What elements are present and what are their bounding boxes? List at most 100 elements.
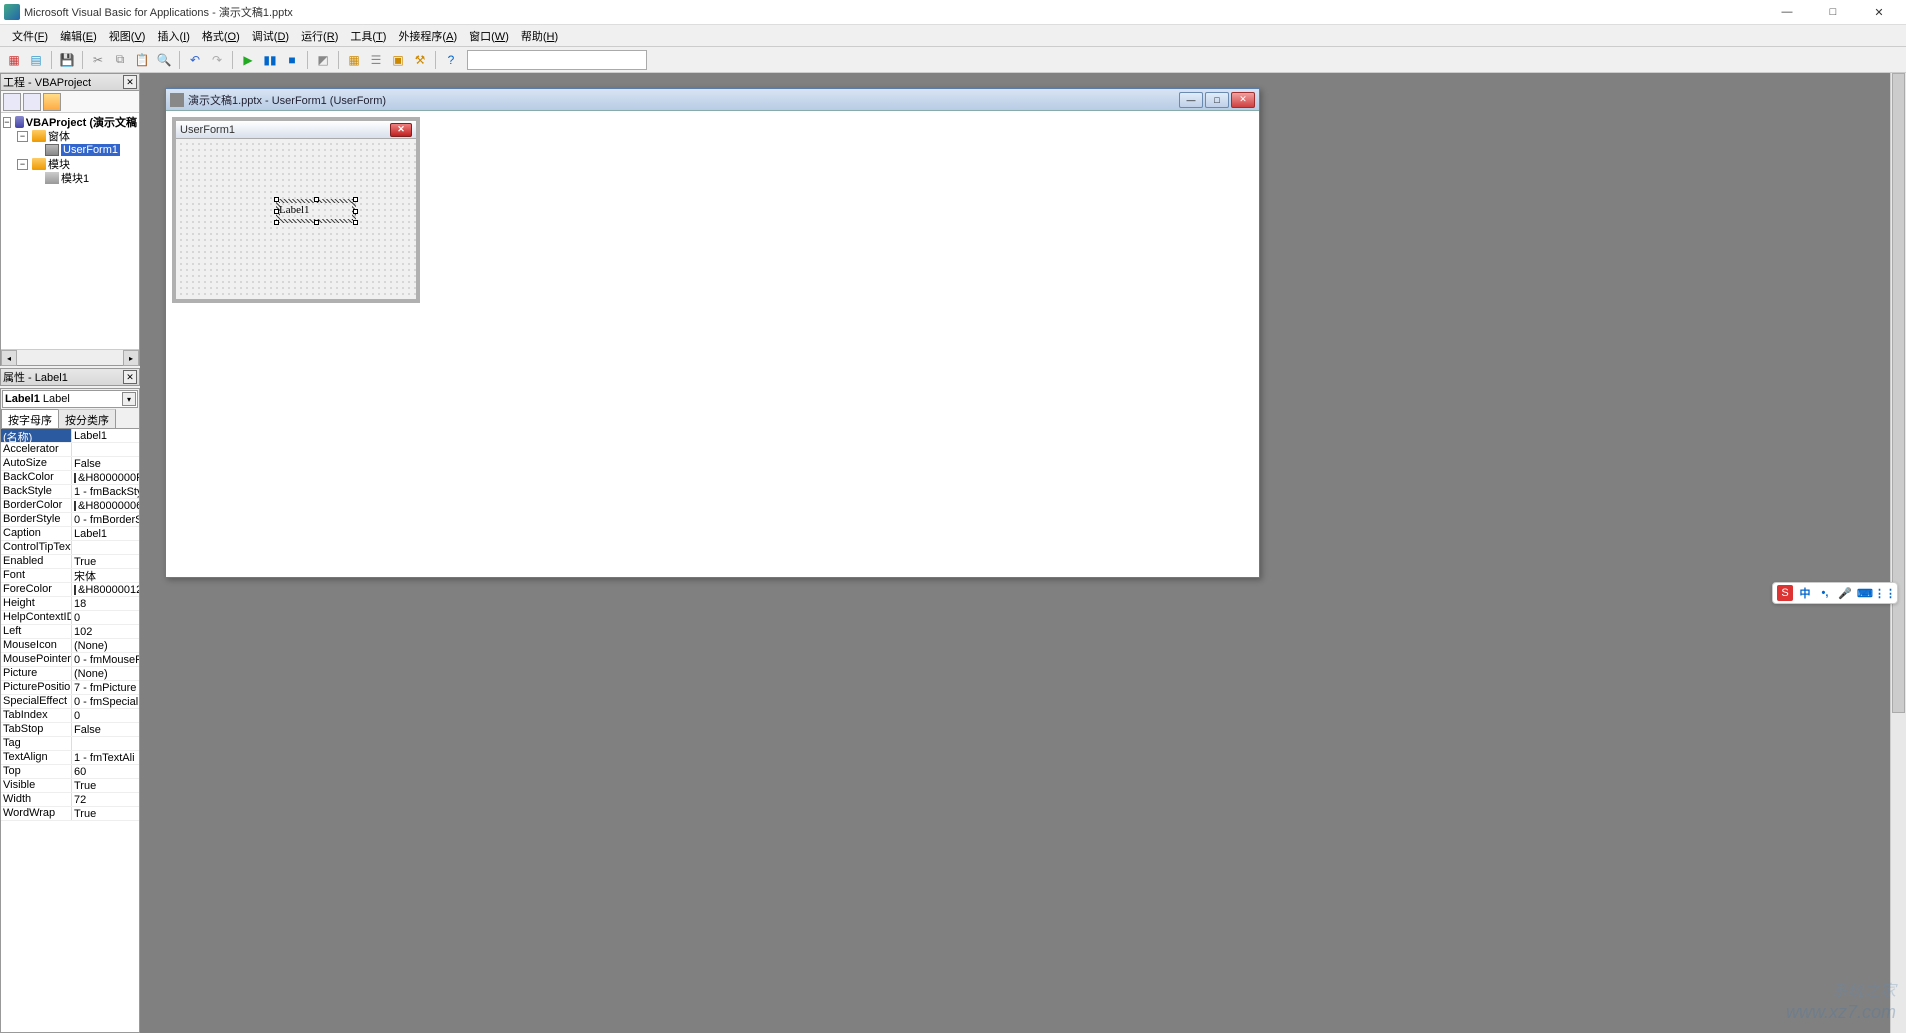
userform-preview[interactable]: UserForm1 ✕ [172,117,420,303]
property-row[interactable]: Tag [1,737,139,751]
ime-brand-icon[interactable]: S [1777,585,1793,601]
property-value[interactable]: False [71,723,139,736]
property-value[interactable]: Label1 [71,429,139,442]
window-minimize-button[interactable]: — [1764,0,1810,25]
scroll-left-button[interactable]: ◂ [1,350,17,366]
ime-toolbar[interactable]: S 中 •, 🎤 ⌨ ⋮⋮ [1772,582,1898,604]
property-row[interactable]: Font宋体 [1,569,139,583]
property-value[interactable]: True [71,779,139,792]
reset-button[interactable]: ■ [282,50,302,70]
child-minimize-button[interactable]: — [1179,92,1203,108]
property-value[interactable]: &H8000000F& [71,471,139,484]
properties-panel-close-button[interactable]: ✕ [123,370,137,384]
property-value[interactable]: 72 [71,793,139,806]
redo-button[interactable]: ↷ [207,50,227,70]
scrollbar-thumb[interactable] [1892,73,1905,713]
property-row[interactable]: AutoSizeFalse [1,457,139,471]
property-value[interactable]: 0 - fmSpecial [71,695,139,708]
property-row[interactable]: (名称)Label1 [1,429,139,443]
property-value[interactable]: &H80000006& [71,499,139,512]
expand-icon[interactable]: − [17,131,28,142]
designer-titlebar[interactable]: 演示文稿1.pptx - UserForm1 (UserForm) — □ ✕ [166,89,1259,111]
property-row[interactable]: Height18 [1,597,139,611]
ime-punct-icon[interactable]: •, [1817,585,1833,601]
property-row[interactable]: CaptionLabel1 [1,527,139,541]
property-value[interactable]: True [71,807,139,820]
property-value[interactable]: 0 - fmMousePo [71,653,139,666]
tab-alphabetic[interactable]: 按字母序 [1,409,59,428]
ime-keyboard-icon[interactable]: ⌨ [1857,585,1873,601]
property-row[interactable]: MousePointer0 - fmMousePo [1,653,139,667]
menu-i[interactable]: 插入(I) [151,26,195,46]
design-mode-button[interactable]: ◩ [313,50,333,70]
ime-voice-icon[interactable]: 🎤 [1837,585,1853,601]
properties-window-button[interactable]: ☰ [366,50,386,70]
property-row[interactable]: Left102 [1,625,139,639]
copy-button[interactable]: ⧉ [110,50,130,70]
label1-control[interactable]: Label1 [276,199,356,223]
resize-handle-ne[interactable] [353,197,358,202]
window-close-button[interactable]: ✕ [1856,0,1902,25]
property-value[interactable]: 0 [71,611,139,624]
resize-handle-nw[interactable] [274,197,279,202]
property-value[interactable]: 60 [71,765,139,778]
expand-icon[interactable]: − [3,117,11,128]
properties-grid[interactable]: (名称)Label1AcceleratorAutoSizeFalseBackCo… [1,429,139,1032]
userform-body[interactable]: Label1 [176,139,416,299]
save-button[interactable]: 💾 [57,50,77,70]
property-row[interactable]: Picture(None) [1,667,139,681]
property-value[interactable]: 0 - fmBorderS [71,513,139,526]
property-row[interactable]: HelpContextID0 [1,611,139,625]
menu-r[interactable]: 运行(R) [295,26,344,46]
property-row[interactable]: Accelerator [1,443,139,457]
menu-a[interactable]: 外接程序(A) [392,26,463,46]
property-row[interactable]: BorderColor&H80000006& [1,499,139,513]
project-hscrollbar[interactable]: ◂ ▸ [1,349,139,365]
menu-v[interactable]: 视图(V) [103,26,152,46]
resize-handle-e[interactable] [353,209,358,214]
property-row[interactable]: Width72 [1,793,139,807]
view-code-button[interactable] [3,93,21,111]
ime-language-indicator[interactable]: 中 [1797,585,1813,601]
view-powerpoint-button[interactable]: ▦ [4,50,24,70]
dropdown-icon[interactable]: ▾ [122,392,136,406]
project-tree[interactable]: −VBAProject (演示文稿 −窗体 UserForm1 −模块 模块1 [1,113,139,349]
child-close-button[interactable]: ✕ [1231,92,1255,108]
property-value[interactable]: &H80000012& [71,583,139,596]
property-row[interactable]: TabIndex0 [1,709,139,723]
app-vscrollbar[interactable] [1890,73,1906,1033]
userform1-node[interactable]: UserForm1 [61,144,120,156]
menu-t[interactable]: 工具(T) [344,26,392,46]
menu-w[interactable]: 窗口(W) [463,26,515,46]
property-value[interactable]: (None) [71,667,139,680]
resize-handle-sw[interactable] [274,220,279,225]
resize-handle-se[interactable] [353,220,358,225]
toolbox-button[interactable]: ⚒ [410,50,430,70]
help-button[interactable]: ? [441,50,461,70]
property-value[interactable] [71,443,139,456]
property-row[interactable]: PicturePositio7 - fmPicture [1,681,139,695]
property-value[interactable]: 1 - fmBackSty [71,485,139,498]
undo-button[interactable]: ↶ [185,50,205,70]
project-root-node[interactable]: VBAProject (演示文稿 [26,114,137,130]
object-browser-button[interactable]: ▣ [388,50,408,70]
ime-settings-icon[interactable]: ⋮⋮ [1877,585,1893,601]
window-maximize-button[interactable]: □ [1810,0,1856,25]
property-row[interactable]: Top60 [1,765,139,779]
cut-button[interactable]: ✂ [88,50,108,70]
property-value[interactable]: 0 [71,709,139,722]
property-row[interactable]: BorderStyle0 - fmBorderS [1,513,139,527]
run-button[interactable]: ▶ [238,50,258,70]
property-row[interactable]: VisibleTrue [1,779,139,793]
property-value[interactable] [71,541,139,554]
property-value[interactable]: False [71,457,139,470]
break-button[interactable]: ▮▮ [260,50,280,70]
property-value[interactable]: Label1 [71,527,139,540]
project-explorer-button[interactable]: ▦ [344,50,364,70]
forms-folder-node[interactable]: 窗体 [48,128,70,144]
menu-d[interactable]: 调试(D) [246,26,295,46]
procedure-combo[interactable] [467,50,647,70]
child-maximize-button[interactable]: □ [1205,92,1229,108]
menu-h[interactable]: 帮助(H) [515,26,564,46]
property-value[interactable]: 18 [71,597,139,610]
